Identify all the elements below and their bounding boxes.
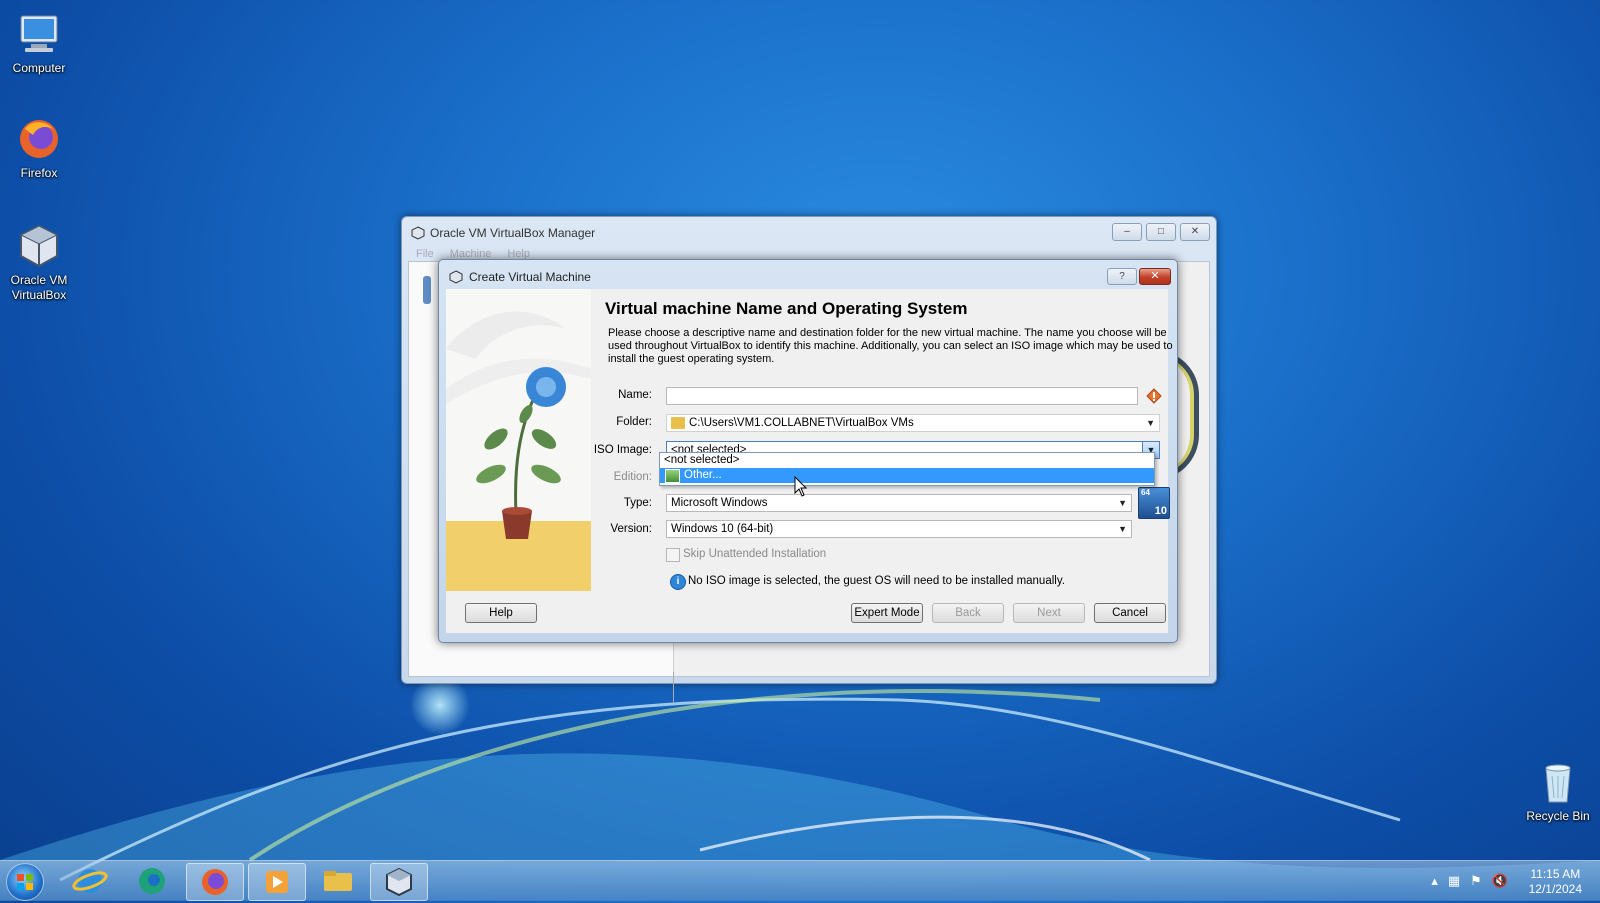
recycle-bin-icon xyxy=(1534,758,1582,806)
pane-divider[interactable] xyxy=(673,672,674,702)
iso-image-label: ISO Image: xyxy=(593,444,652,456)
window-controls: – □ ✕ xyxy=(1112,223,1210,241)
taskbar-firefox[interactable] xyxy=(186,863,244,901)
desktop-icon-label: Oracle VM VirtualBox xyxy=(10,273,68,302)
info-message: No ISO image is selected, the guest OS w… xyxy=(688,575,1065,587)
type-label: Type: xyxy=(623,497,652,509)
clock-date: 12/1/2024 xyxy=(1528,882,1582,896)
media-player-icon xyxy=(266,871,288,893)
internet-explorer-icon xyxy=(72,869,108,893)
iso-image-dropdown-list[interactable]: <not selected> Other... xyxy=(659,452,1155,486)
desktop-icon-computer[interactable]: Computer xyxy=(0,10,78,76)
dropdown-option-label: Other... xyxy=(684,469,722,481)
virtualbox-icon xyxy=(411,226,425,240)
page-heading: Virtual machine Name and Operating Syste… xyxy=(605,299,968,318)
taskbar-clock[interactable]: 11:15 AM 12/1/2024 xyxy=(1529,867,1582,897)
skip-unattended-label: Skip Unattended Installation xyxy=(683,548,827,560)
volume-muted-icon[interactable]: 🔇 xyxy=(1492,873,1508,889)
desktop-icon-firefox[interactable]: Firefox xyxy=(0,115,78,181)
skip-unattended-checkbox[interactable] xyxy=(666,548,680,562)
page-description: Please choose a descriptive name and des… xyxy=(608,327,1173,365)
desktop-icon-label: Recycle Bin xyxy=(1526,809,1590,823)
os-version-badge: 10 xyxy=(1154,505,1167,517)
wizard-flower-illustration xyxy=(446,289,591,591)
virtualbox-icon xyxy=(449,270,463,284)
warning-icon xyxy=(1146,388,1162,404)
folder-label: Folder: xyxy=(616,416,652,428)
close-button[interactable]: ✕ xyxy=(1139,268,1171,285)
expert-mode-button[interactable]: Expert Mode xyxy=(851,603,923,623)
menu-file[interactable]: File xyxy=(416,248,434,260)
create-vm-dialog[interactable]: Create Virtual Machine ? ✕ Virtual machi… xyxy=(438,259,1178,643)
taskbar-virtualbox[interactable] xyxy=(370,863,428,901)
taskbar-internet-explorer[interactable] xyxy=(62,863,118,899)
cancel-button[interactable]: Cancel xyxy=(1094,603,1166,623)
system-tray: ▴ ▦ ⚑ 🔇 xyxy=(1431,873,1508,889)
desktop-icon-label: Firefox xyxy=(20,166,58,180)
window-title: Oracle VM VirtualBox Manager xyxy=(430,226,596,240)
type-combobox[interactable]: Microsoft Windows ▼ xyxy=(666,494,1132,512)
network-icon[interactable]: ▦ xyxy=(1448,873,1460,889)
firefox-icon xyxy=(202,869,228,895)
clock-time: 11:15 AM xyxy=(1530,867,1581,881)
os-type-icon: 64 10 xyxy=(1138,487,1170,519)
taskbar-edge[interactable] xyxy=(124,863,180,899)
back-button[interactable]: Back xyxy=(932,603,1004,623)
version-value: Windows 10 (64-bit) xyxy=(671,523,774,535)
start-button[interactable] xyxy=(6,863,44,901)
version-combobox[interactable]: Windows 10 (64-bit) ▼ xyxy=(666,520,1132,538)
action-center-flag-icon[interactable]: ⚑ xyxy=(1470,873,1482,889)
name-label: Name: xyxy=(618,389,652,401)
next-button[interactable]: Next xyxy=(1013,603,1085,623)
help-title-button[interactable]: ? xyxy=(1107,268,1137,285)
taskbar: ▴ ▦ ⚑ 🔇 11:15 AM 12/1/2024 xyxy=(0,860,1600,901)
dropdown-option-other[interactable]: Other... xyxy=(660,468,1154,483)
computer-icon xyxy=(15,10,63,58)
chevron-down-icon: ▼ xyxy=(1118,524,1127,534)
image-icon xyxy=(665,469,680,483)
close-button[interactable]: ✕ xyxy=(1180,223,1210,241)
folder-icon xyxy=(671,417,685,429)
name-field[interactable] xyxy=(666,387,1138,405)
folder-value: C:\Users\VM1.COLLABNET\VirtualBox VMs xyxy=(689,417,914,429)
tools-icon[interactable] xyxy=(423,276,431,304)
minimize-button[interactable]: – xyxy=(1112,223,1142,241)
os-bitness-badge: 64 xyxy=(1141,488,1150,497)
dialog-title: Create Virtual Machine xyxy=(469,270,591,284)
taskbar-media-player[interactable] xyxy=(248,863,306,901)
dropdown-option-not-selected[interactable]: <not selected> xyxy=(660,453,1154,468)
show-hidden-icons-icon[interactable]: ▴ xyxy=(1431,873,1438,889)
desktop-icon-recycle-bin[interactable]: Recycle Bin xyxy=(1519,758,1597,824)
version-label: Version: xyxy=(610,523,652,535)
chevron-down-icon: ▼ xyxy=(1118,498,1127,508)
maximize-button[interactable]: □ xyxy=(1146,223,1176,241)
desktop-icon-virtualbox[interactable]: Oracle VM VirtualBox xyxy=(0,222,78,303)
chevron-down-icon: ▼ xyxy=(1146,418,1155,428)
edition-label: Edition: xyxy=(613,471,652,483)
taskbar-file-explorer[interactable] xyxy=(310,863,366,899)
edge-icon xyxy=(139,868,165,894)
file-explorer-icon xyxy=(324,871,352,891)
desktop-icon-label: Computer xyxy=(12,61,66,75)
mouse-cursor-icon xyxy=(794,476,808,497)
folder-combobox[interactable]: C:\Users\VM1.COLLABNET\VirtualBox VMs ▼ xyxy=(666,414,1160,432)
type-value: Microsoft Windows xyxy=(671,497,768,509)
info-icon: i xyxy=(670,574,686,590)
virtualbox-icon xyxy=(386,867,412,897)
virtualbox-icon xyxy=(15,222,63,270)
firefox-icon xyxy=(15,115,63,163)
help-button[interactable]: Help xyxy=(465,603,537,623)
